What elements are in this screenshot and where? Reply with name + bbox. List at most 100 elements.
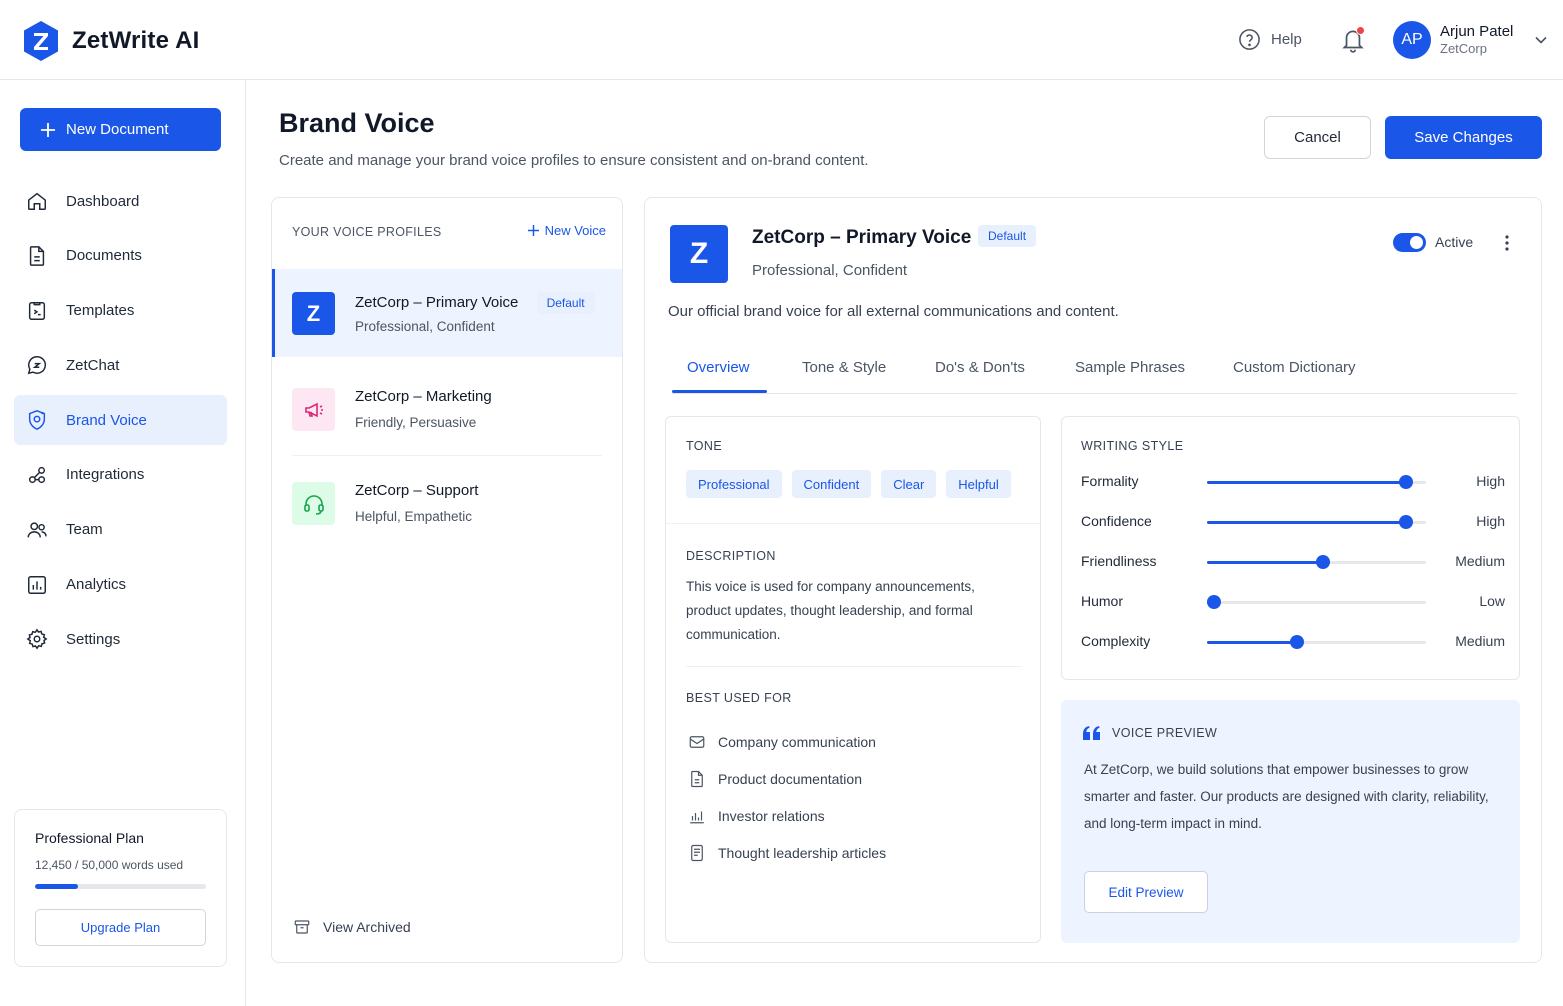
- slider-value: Medium: [1455, 633, 1505, 649]
- chart-icon: [690, 811, 704, 823]
- edit-preview-button[interactable]: Edit Preview: [1084, 871, 1208, 913]
- cancel-button[interactable]: Cancel: [1264, 116, 1371, 159]
- headset-icon: [292, 482, 335, 525]
- plus-icon: [41, 122, 55, 137]
- slider-thumb[interactable]: [1289, 635, 1304, 649]
- user-info: Arjun Patel ZetCorp: [1440, 23, 1513, 58]
- archive-icon: [294, 920, 310, 934]
- sidebar-item-integrations[interactable]: Integrations: [14, 450, 227, 500]
- sidebar-item-analytics[interactable]: Analytics: [14, 560, 227, 610]
- voice-profile-traits: Professional, Confident: [355, 319, 495, 334]
- user-menu[interactable]: AP Arjun Patel ZetCorp: [1393, 21, 1547, 59]
- slider-friendliness: Friendliness Medium: [1081, 545, 1505, 585]
- z-logo-icon: Z: [292, 292, 335, 335]
- voice-profile-name-row: ZetCorp – Primary Voice Default: [355, 292, 595, 314]
- slider-track[interactable]: [1206, 595, 1426, 609]
- sidebar-item-label: Documents: [66, 247, 142, 265]
- slider-track[interactable]: [1207, 635, 1426, 649]
- notifications-button[interactable]: [1340, 26, 1366, 54]
- writing-style-card: WRITING STYLE Formality High Confidence …: [1061, 416, 1520, 680]
- voice-description: Our official brand voice for all externa…: [668, 303, 1119, 320]
- slider-thumb[interactable]: [1399, 475, 1414, 489]
- voice-profile-primary[interactable]: Z ZetCorp – Primary Voice Default Profes…: [272, 269, 622, 357]
- more-options-icon[interactable]: [1503, 233, 1511, 253]
- upgrade-plan-button[interactable]: Upgrade Plan: [35, 909, 206, 946]
- slider-fill: [1207, 481, 1407, 484]
- sidebar-item-label: Integrations: [66, 466, 145, 484]
- tab-overview[interactable]: Overview: [687, 359, 750, 394]
- megaphone-icon: [292, 388, 335, 431]
- slider-label: Complexity: [1081, 633, 1151, 649]
- active-toggle[interactable]: [1393, 233, 1426, 252]
- sidebar-item-label: Settings: [66, 630, 121, 648]
- voice-profiles-panel: YOUR VOICE PROFILES New Voice Z ZetCorp …: [271, 197, 623, 963]
- writing-style-heading: WRITING STYLE: [1081, 439, 1184, 453]
- voice-profile-marketing[interactable]: ZetCorp – Marketing Friendly, Persuasive: [272, 365, 622, 453]
- voice-logo-icon: Z: [670, 225, 728, 283]
- tone-chip[interactable]: Clear: [881, 470, 937, 498]
- article-icon: [691, 844, 703, 861]
- list-item-label: Investor relations: [718, 807, 825, 824]
- integrations-icon: [28, 466, 46, 484]
- tab-tone-style[interactable]: Tone & Style: [802, 359, 886, 394]
- help-button[interactable]: Help: [1238, 28, 1302, 51]
- user-name: Arjun Patel: [1440, 22, 1514, 40]
- view-archived-button[interactable]: View Archived: [293, 918, 411, 936]
- slider-label: Formality: [1081, 473, 1139, 489]
- section-divider: [686, 666, 1022, 667]
- slider-thumb[interactable]: [1316, 555, 1331, 569]
- detail-tabs: Overview Tone & Style Do's & Don'ts Samp…: [672, 348, 1517, 394]
- slider-track[interactable]: [1207, 475, 1426, 489]
- voice-profile-name: ZetCorp – Marketing: [355, 388, 492, 405]
- description-heading: DESCRIPTION: [686, 549, 776, 563]
- plus-icon: [527, 225, 539, 236]
- best-used-for-list: Company communication Product documentat…: [688, 723, 886, 871]
- voice-preview-heading-row: VOICE PREVIEW: [1083, 726, 1217, 740]
- save-changes-button[interactable]: Save Changes: [1385, 116, 1542, 159]
- tone-chip[interactable]: Helpful: [946, 470, 1011, 498]
- slider-track[interactable]: [1207, 555, 1426, 569]
- chevron-down-icon: [1535, 36, 1547, 44]
- best-used-for-heading: BEST USED FOR: [686, 691, 792, 705]
- sidebar-item-label: Analytics: [66, 576, 127, 594]
- slider-label: Confidence: [1081, 513, 1152, 529]
- sidebar-item-label: ZetChat: [66, 356, 120, 374]
- new-document-button[interactable]: New Document: [20, 108, 221, 151]
- voice-profile-name: ZetCorp – Support: [355, 482, 479, 499]
- sidebar-item-label: Brand Voice: [66, 411, 147, 429]
- sidebar: New Document Dashboard Documents Templat…: [0, 80, 246, 1006]
- profile-divider: [292, 455, 602, 456]
- default-badge: Default: [978, 225, 1037, 247]
- page-subtitle: Create and manage your brand voice profi…: [279, 152, 869, 169]
- voice-title: ZetCorp – Primary Voice: [752, 227, 972, 248]
- sidebar-item-documents[interactable]: Documents: [14, 231, 227, 281]
- tone-chip[interactable]: Confident: [791, 470, 872, 498]
- sidebar-item-team[interactable]: Team: [14, 505, 227, 555]
- analytics-icon: [28, 575, 46, 594]
- voice-profile-support[interactable]: ZetCorp – Support Helpful, Empathetic: [272, 459, 622, 547]
- slider-thumb[interactable]: [1399, 515, 1414, 529]
- chat-icon: [27, 356, 47, 375]
- tab-custom-dictionary[interactable]: Custom Dictionary: [1233, 359, 1356, 394]
- document-icon: [691, 770, 703, 787]
- slider-track[interactable]: [1207, 515, 1426, 529]
- sidebar-item-dashboard[interactable]: Dashboard: [14, 176, 227, 226]
- slider-label: Friendliness: [1081, 553, 1157, 569]
- plan-usage: 12,450 / 50,000 words used: [35, 858, 184, 872]
- tone-chip[interactable]: Professional: [686, 470, 782, 498]
- sidebar-item-zetchat[interactable]: ZetChat: [14, 340, 227, 390]
- tab-sample-phrases[interactable]: Sample Phrases: [1075, 359, 1185, 394]
- sidebar-item-label: Dashboard: [66, 192, 140, 210]
- list-item: Investor relations: [688, 797, 886, 834]
- sidebar-item-templates[interactable]: Templates: [14, 286, 227, 336]
- tab-dos-donts[interactable]: Do's & Don'ts: [935, 359, 1025, 394]
- sidebar-item-settings[interactable]: Settings: [14, 614, 227, 664]
- app-logo[interactable]: ZetWrite AI: [22, 20, 200, 62]
- slider-thumb[interactable]: [1206, 595, 1221, 609]
- avatar: AP: [1393, 21, 1431, 59]
- app-name: ZetWrite AI: [72, 27, 200, 54]
- sidebar-item-brand-voice[interactable]: Brand Voice: [14, 395, 227, 446]
- overview-left-card: TONE Professional Confident Clear Helpfu…: [665, 416, 1041, 943]
- view-archived-label: View Archived: [323, 919, 411, 935]
- new-voice-button[interactable]: New Voice: [527, 223, 606, 238]
